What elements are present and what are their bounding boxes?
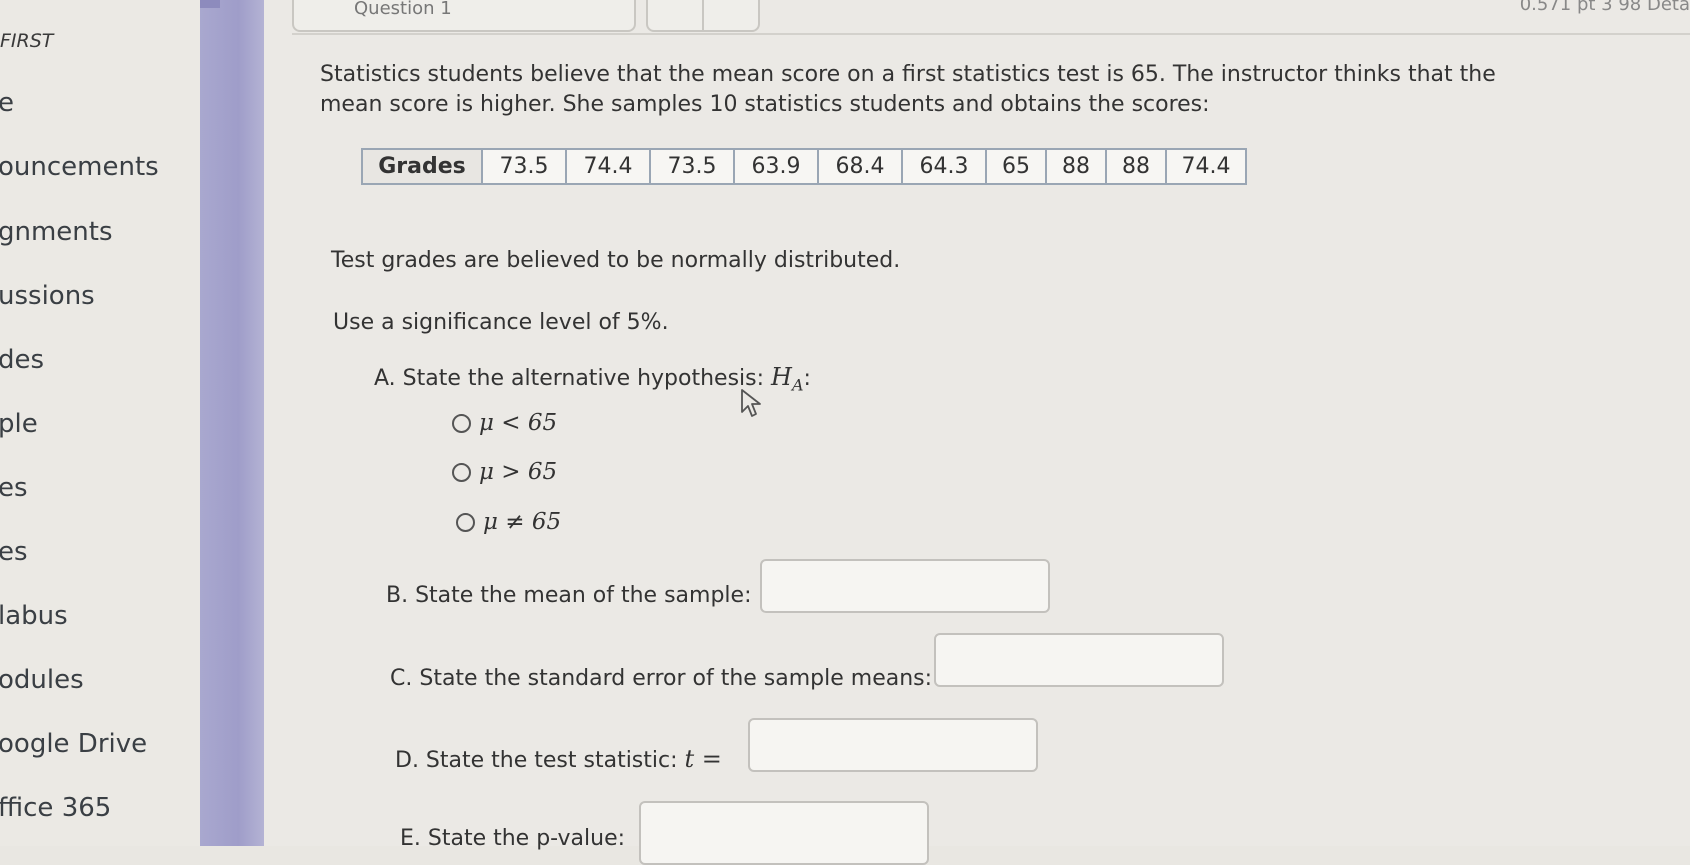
nav-item-syllabus[interactable]: labus bbox=[0, 601, 68, 631]
table-row: Grades 73.5 74.4 73.5 63.9 68.4 64.3 65 … bbox=[361, 148, 1247, 185]
nav-item-home[interactable]: e bbox=[0, 88, 14, 118]
grades-table: Grades 73.5 74.4 73.5 63.9 68.4 64.3 65 … bbox=[361, 148, 1247, 185]
significance-note: Use a significance level of 5%. bbox=[333, 310, 669, 335]
part-b-prompt: B. State the mean of the sample: bbox=[386, 583, 752, 608]
hypothesis-symbol: H bbox=[771, 363, 792, 391]
radio-mu-not-equal[interactable] bbox=[456, 512, 475, 532]
grade-cell: 74.4 bbox=[1165, 148, 1247, 185]
nav-button-separator bbox=[702, 0, 704, 30]
grade-cell: 64.3 bbox=[901, 148, 987, 185]
grade-cell: 73.5 bbox=[481, 148, 567, 185]
test-statistic-input[interactable] bbox=[748, 718, 1038, 772]
grade-cell: 88 bbox=[1045, 148, 1107, 185]
option-mu-greater[interactable]: μ > 65 bbox=[452, 459, 557, 485]
part-e-prompt: E. State the p-value: bbox=[400, 826, 626, 851]
radio-mu-greater[interactable] bbox=[452, 462, 471, 482]
nav-item-pages[interactable]: es bbox=[0, 473, 28, 503]
question-selector-label: Question 1 bbox=[354, 0, 452, 19]
question-selector[interactable]: Question 1 bbox=[292, 0, 636, 32]
grade-cell: 88 bbox=[1105, 148, 1167, 185]
mouse-cursor-icon bbox=[741, 389, 761, 417]
nav-divider-bar bbox=[200, 0, 264, 846]
part-d-prompt: D. State the test statistic: t = bbox=[395, 745, 722, 773]
option-mu-less-label: μ < 65 bbox=[479, 410, 558, 436]
grade-cell: 68.4 bbox=[817, 148, 903, 185]
course-nav: FIRST e ouncements gnments ussions des p… bbox=[0, 0, 200, 846]
sample-mean-input[interactable] bbox=[760, 559, 1050, 613]
hypothesis-subscript: A bbox=[791, 375, 804, 395]
grade-cell: 65 bbox=[985, 148, 1047, 185]
p-value-input[interactable] bbox=[639, 801, 929, 865]
option-mu-not-equal-label: μ ≠ 65 bbox=[483, 509, 562, 535]
part-c-prompt: C. State the standard error of the sampl… bbox=[390, 666, 933, 691]
grade-cell: 73.5 bbox=[649, 148, 735, 185]
question-nav-buttons[interactable] bbox=[646, 0, 760, 32]
nav-item-discussions[interactable]: ussions bbox=[0, 281, 95, 311]
nav-scroll-cap bbox=[200, 0, 220, 8]
option-mu-greater-label: μ > 65 bbox=[479, 459, 558, 485]
option-mu-not-equal[interactable]: μ ≠ 65 bbox=[456, 509, 561, 535]
nav-item-people[interactable]: ple bbox=[0, 409, 38, 439]
part-a-colon: : bbox=[803, 366, 811, 391]
option-mu-less[interactable]: μ < 65 bbox=[452, 410, 557, 436]
nav-item-files[interactable]: es bbox=[0, 537, 28, 567]
problem-intro: Statistics students believe that the mea… bbox=[320, 62, 1496, 117]
header-divider bbox=[292, 33, 1690, 35]
part-a-label: A. State the alternative hypothesis: bbox=[374, 366, 765, 391]
grades-header-cell: Grades bbox=[361, 148, 483, 185]
part-d-label: D. State the test statistic: bbox=[395, 748, 678, 773]
nav-item-modules[interactable]: odules bbox=[0, 665, 84, 695]
nav-header: FIRST bbox=[0, 30, 54, 52]
nav-item-announcements[interactable]: ouncements bbox=[0, 152, 159, 182]
nav-item-grades[interactable]: des bbox=[0, 345, 44, 375]
score-info: 0.571 pt 3 98 Deta bbox=[1519, 0, 1690, 15]
nav-item-assignments[interactable]: gnments bbox=[0, 217, 113, 247]
test-statistic-symbol: t = bbox=[684, 745, 722, 773]
grade-cell: 63.9 bbox=[733, 148, 819, 185]
grade-cell: 74.4 bbox=[565, 148, 651, 185]
normal-distribution-note: Test grades are believed to be normally … bbox=[331, 248, 901, 273]
nav-item-google-drive[interactable]: oogle Drive bbox=[0, 729, 147, 759]
nav-item-office-365[interactable]: ffice 365 bbox=[0, 793, 111, 823]
question-panel: Question 1 0.571 pt 3 98 Deta Statistics… bbox=[264, 0, 1690, 865]
radio-mu-less[interactable] bbox=[452, 413, 471, 433]
standard-error-input[interactable] bbox=[934, 633, 1224, 687]
